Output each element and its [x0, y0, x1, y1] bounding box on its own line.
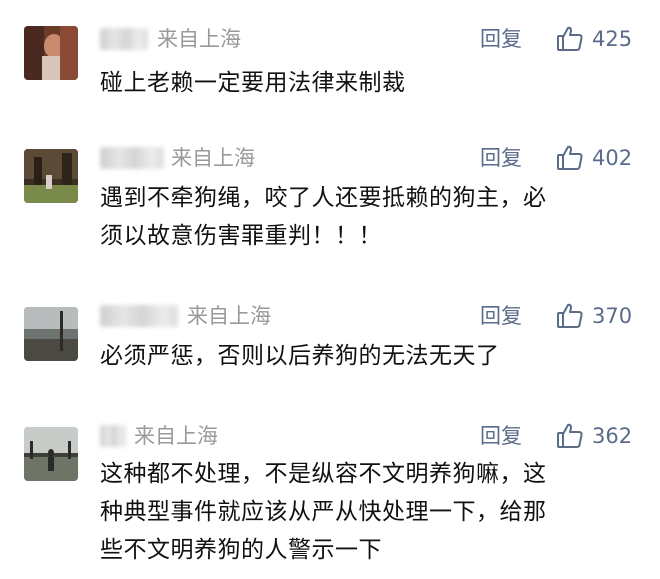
location-label: 来自上海: [134, 424, 218, 448]
username-blurred[interactable]: [100, 28, 148, 50]
like-count: 402: [592, 146, 633, 170]
thumbs-up-icon[interactable]: [555, 143, 585, 173]
location-label: 来自上海: [171, 146, 255, 170]
comment-text: 碰上老赖一定要用法律来制裁: [100, 64, 645, 102]
comment-text: 这种都不处理，不是纵容不文明养狗嘛，这 种典型事件就应该从严从快处理一下，给那 …: [100, 455, 645, 569]
like-count: 425: [592, 27, 633, 51]
reply-button[interactable]: 回复: [480, 301, 522, 331]
comment-line: 些不文明养狗的人警示一下: [100, 537, 382, 563]
comment-item: 来自上海 回复 425 碰上老赖一定要用法律来制裁: [0, 24, 660, 104]
location-label: 来自上海: [157, 27, 241, 51]
comment-item: 来自上海 回复 402 遇到不牵狗绳，咬了人还要抵赖的狗主，必 须以故意伤害罪重…: [0, 143, 660, 263]
username-blurred[interactable]: [100, 305, 178, 327]
location-label: 来自上海: [187, 304, 271, 328]
avatar[interactable]: [24, 307, 78, 361]
reply-button[interactable]: 回复: [480, 24, 522, 54]
comment-line: 遇到不牵狗绳，咬了人还要抵赖的狗主，必: [100, 185, 547, 211]
comment-line: 碰上老赖一定要用法律来制裁: [100, 70, 406, 96]
comment-line: 这种都不处理，不是纵容不文明养狗嘛，这: [100, 461, 547, 487]
comment-line: 须以故意伤害罪重判！！！: [100, 223, 382, 249]
comment-text: 遇到不牵狗绳，咬了人还要抵赖的狗主，必 须以故意伤害罪重判！！！: [100, 179, 645, 255]
avatar[interactable]: [24, 427, 78, 481]
avatar[interactable]: [24, 149, 78, 203]
thumbs-up-icon[interactable]: [555, 421, 585, 451]
comment-line: 种典型事件就应该从严从快处理一下，给那: [100, 499, 547, 525]
comment-item: 来自上海 回复 362 这种都不处理，不是纵容不文明养狗嘛，这 种典型事件就应该…: [0, 421, 660, 579]
thumbs-up-icon[interactable]: [555, 301, 585, 331]
reply-button[interactable]: 回复: [480, 143, 522, 173]
like-count: 362: [592, 424, 633, 448]
username-blurred[interactable]: [100, 425, 126, 447]
username-blurred[interactable]: [100, 147, 164, 169]
avatar[interactable]: [24, 26, 78, 80]
reply-button[interactable]: 回复: [480, 421, 522, 451]
comment-item: 来自上海 回复 370 必须严惩，否则以后养狗的无法无天了: [0, 301, 660, 381]
comment-text: 必须严惩，否则以后养狗的无法无天了: [100, 337, 645, 375]
comment-line: 必须严惩，否则以后养狗的无法无天了: [100, 343, 500, 369]
thumbs-up-icon[interactable]: [555, 24, 585, 54]
like-count: 370: [592, 304, 633, 328]
